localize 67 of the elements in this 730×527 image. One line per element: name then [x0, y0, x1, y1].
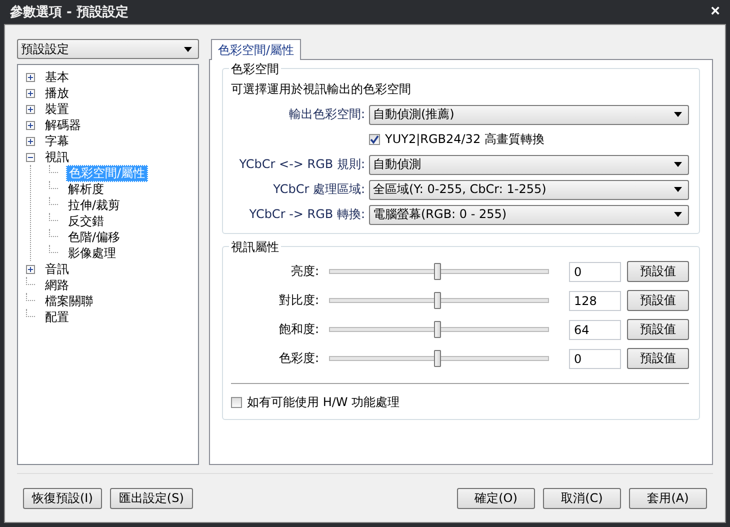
close-button[interactable]: ×	[706, 3, 724, 21]
dropdown[interactable]: 電腦螢幕(RGB: 0 - 255)	[369, 204, 689, 224]
slider-thumb[interactable]	[434, 263, 441, 280]
caret-icon	[674, 212, 682, 217]
group-title: 視訊屬性	[229, 239, 281, 256]
tree-item[interactable]: 基本	[43, 70, 71, 84]
caret-icon	[184, 46, 192, 52]
dialog-button[interactable]: 套用(A)	[629, 488, 707, 508]
field-label: YCbCr -> RGB 轉換:	[248, 206, 365, 223]
preset-dropdown[interactable]: 預設設定	[17, 39, 199, 59]
dropdown[interactable]: 自動偵測(推薦)	[369, 104, 689, 124]
value-field[interactable]: 128	[569, 290, 621, 310]
value-field[interactable]: 0	[569, 262, 621, 282]
tree-item[interactable]: 色階/偏移	[66, 230, 122, 244]
value-field[interactable]: 0	[569, 348, 621, 368]
tree-item[interactable]: 影像處理	[66, 246, 118, 260]
group-title: 色彩空間	[229, 61, 281, 78]
checkbox[interactable]	[369, 134, 380, 145]
expander-icon[interactable]	[26, 264, 35, 274]
tab[interactable]: 色彩空間/屬性	[211, 39, 302, 60]
tree-item[interactable]: 播放	[43, 86, 71, 100]
checkbox[interactable]	[231, 397, 242, 408]
dialog-button[interactable]: 確定(O)	[457, 488, 535, 508]
tree-item[interactable]: 解析度	[66, 182, 106, 196]
expander-icon[interactable]	[26, 120, 35, 130]
expander-icon[interactable]	[26, 136, 35, 146]
tree-item[interactable]: 拉伸/裁剪	[66, 198, 122, 212]
slider-thumb[interactable]	[434, 292, 441, 309]
tree-item[interactable]: 裝置	[43, 102, 71, 116]
caret-icon	[674, 112, 682, 117]
slider-thumb[interactable]	[434, 350, 441, 367]
default-button[interactable]: 預設值	[627, 319, 689, 340]
value-field[interactable]: 64	[569, 320, 621, 340]
default-button[interactable]: 預設值	[627, 261, 689, 282]
slider-label: 飽和度:	[278, 321, 319, 338]
tree-item[interactable]: 字幕	[43, 134, 71, 148]
field-label: YCbCr <-> RGB 規則:	[238, 156, 365, 173]
tree-item[interactable]: 檔案關聯	[43, 294, 95, 308]
slider-thumb[interactable]	[434, 321, 441, 338]
field-label: 輸出色彩空間:	[288, 106, 365, 123]
tree-item[interactable]: 反交錯	[66, 214, 106, 228]
checkbox-label: YUY2|RGB24/32 高畫質轉換	[385, 131, 544, 148]
default-button[interactable]: 預設值	[627, 290, 689, 311]
tree-item[interactable]: 視訊	[43, 150, 71, 164]
expander-icon[interactable]	[26, 88, 35, 98]
caret-icon	[674, 187, 682, 192]
expander-icon[interactable]	[26, 152, 35, 162]
dropdown[interactable]: 自動偵測	[369, 154, 689, 174]
default-button[interactable]: 預設值	[627, 348, 689, 369]
tree-item[interactable]: 配置	[43, 310, 71, 324]
expander-icon[interactable]	[26, 104, 35, 114]
description-text: 可選擇運用於視訊輸出的色彩空間	[231, 81, 412, 98]
dialog-button[interactable]: 取消(C)	[543, 488, 621, 508]
slider-label: 對比度:	[278, 292, 319, 309]
caret-icon	[674, 162, 682, 167]
tree-item[interactable]: 解碼器	[43, 118, 83, 132]
slider-label: 亮度:	[290, 263, 319, 280]
slider-label: 色彩度:	[278, 350, 319, 367]
dropdown[interactable]: 全區域(Y: 0-255, CbCr: 1-255)	[369, 180, 689, 200]
checkbox-label: 如有可能使用 H/W 功能處理	[247, 394, 400, 411]
expander-icon[interactable]	[26, 72, 35, 82]
field-label: YCbCr 處理區域:	[272, 181, 365, 198]
dialog-button[interactable]: 恢復預設(I)	[23, 488, 102, 508]
tree-item[interactable]: 音訊	[43, 262, 71, 276]
window-title: 參數選項 - 預設設定	[10, 4, 128, 21]
tree-item[interactable]: 網路	[43, 278, 71, 292]
dialog-button[interactable]: 匯出設定(S)	[110, 488, 193, 508]
